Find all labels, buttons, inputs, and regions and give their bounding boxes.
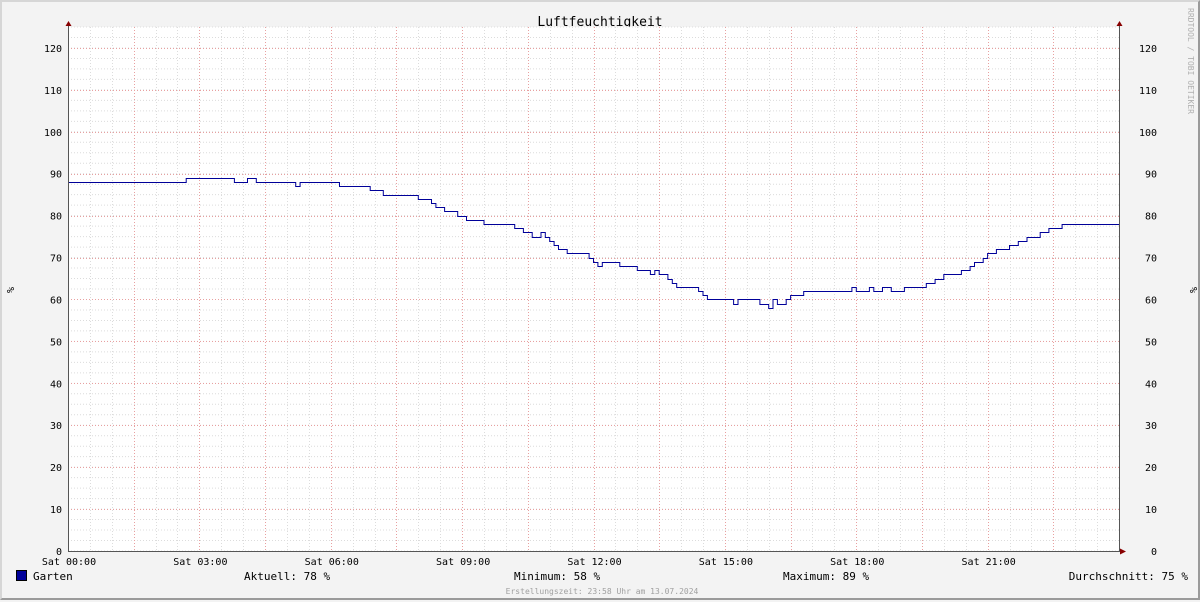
y-tick-label-left: 20	[50, 463, 62, 474]
y-tick-label-left: 80	[50, 212, 62, 223]
y-axis-left-arrow	[65, 21, 72, 26]
y-tick-label-left: 60	[50, 295, 62, 306]
y-tick-label-right: 20	[1145, 463, 1157, 474]
x-tick-label: Sat 06:00	[305, 557, 359, 568]
y-tick-label-right: 100	[1139, 128, 1157, 139]
x-tick-label: Sat 09:00	[436, 557, 490, 568]
y-tick-label-right: 120	[1139, 44, 1157, 55]
legend-average: Durchschnitt: 75 %	[1068, 570, 1188, 583]
legend-minimum: Minimum: 58 %	[514, 570, 601, 583]
legend: Garten Aktuell: 78 % Minimum: 58 % Maxim…	[16, 570, 1188, 586]
x-axis-arrow	[1120, 548, 1126, 555]
y-tick-label-right: 90	[1145, 170, 1157, 181]
x-tick-label: Sat 00:00	[42, 557, 96, 568]
y-tick-label-right: 60	[1145, 295, 1157, 306]
y-tick-label-left: 120	[44, 44, 62, 55]
y-tick-label-right: 110	[1139, 86, 1157, 97]
y-tick-label-left: 50	[50, 337, 62, 348]
x-tick-label: Sat 18:00	[830, 557, 884, 568]
y-axis-label-left: %	[6, 287, 17, 293]
y-tick-label-left: 70	[50, 254, 62, 265]
y-tick-label-left: 40	[50, 379, 62, 390]
y-axis-right-arrow	[1116, 21, 1123, 26]
y-tick-label-left: 110	[44, 86, 62, 97]
y-tick-label-left: 30	[50, 421, 62, 432]
legend-current: Aktuell: 78 %	[244, 570, 331, 583]
x-tick-label: Sat 03:00	[173, 557, 227, 568]
y-tick-label-right: 70	[1145, 254, 1157, 265]
y-tick-label-left: 100	[44, 128, 62, 139]
y-axis-label-right: %	[1187, 287, 1198, 293]
creation-time-footer: Erstellungszeit: 23:58 Uhr am 13.07.2024	[505, 587, 699, 596]
x-tick-label: Sat 15:00	[699, 557, 753, 568]
x-tick-label: Sat 12:00	[567, 557, 621, 568]
legend-series: Garten	[16, 570, 73, 583]
humidity-chart: Luftfeuchtigkeit % % RRDTOOL / TOBI OETI…	[6, 8, 1198, 568]
series-color-swatch	[16, 570, 27, 581]
legend-maximum: Maximum: 89 %	[783, 570, 870, 583]
y-tick-label-right: 80	[1145, 212, 1157, 223]
x-tick-label: Sat 21:00	[962, 557, 1016, 568]
y-tick-label-right: 40	[1145, 379, 1157, 390]
rrdtool-watermark: RRDTOOL / TOBI OETIKER	[1186, 8, 1195, 114]
y-tick-label-left: 90	[50, 170, 62, 181]
y-tick-label-right: 10	[1145, 505, 1157, 516]
y-tick-label-right: 50	[1145, 337, 1157, 348]
graph-frame: Luftfeuchtigkeit % % RRDTOOL / TOBI OETI…	[0, 0, 1200, 600]
y-tick-label-right: 30	[1145, 421, 1157, 432]
y-tick-label-right: 0	[1151, 547, 1157, 558]
y-tick-label-left: 10	[50, 505, 62, 516]
